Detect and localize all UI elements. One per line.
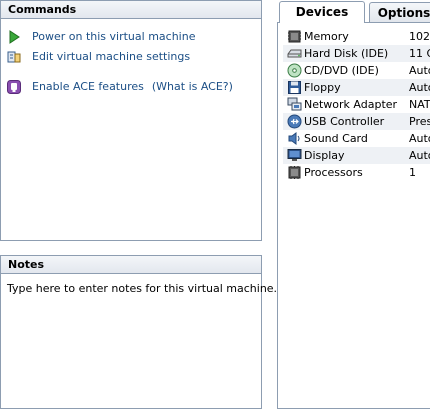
device-name: Display (304, 149, 345, 162)
settings-icon (7, 51, 21, 63)
power-on-label: Power on this virtual machine (32, 30, 196, 43)
devices-list: Memory 1024 Hard Disk (IDE) 11 G CD/DVD … (277, 22, 430, 409)
device-value: Auto (409, 132, 430, 145)
device-row-sound-card[interactable]: Sound Card Auto (283, 130, 430, 147)
enable-ace-text: Enable ACE features (32, 80, 144, 93)
device-name: CD/DVD (IDE) (304, 64, 379, 77)
commands-panel: Commands Power on this virtual machine E… (0, 0, 262, 241)
processor-icon (288, 166, 301, 179)
cd-dvd-icon (287, 63, 302, 78)
memory-icon (288, 30, 301, 43)
device-name: Processors (304, 166, 363, 179)
device-value: Prese (409, 115, 430, 128)
sound-card-icon (288, 132, 300, 145)
device-row-network-adapter[interactable]: Network Adapter NAT (283, 96, 430, 113)
enable-ace-label: Enable ACE features (What is ACE?) (32, 79, 233, 95)
device-name: USB Controller (304, 115, 385, 128)
network-adapter-icon (287, 97, 302, 111)
edit-settings-label: Edit virtual machine settings (32, 50, 191, 63)
device-row-display[interactable]: Display Auto (283, 147, 430, 164)
device-row-hard-disk[interactable]: Hard Disk (IDE) 11 G (283, 45, 430, 62)
tab-options[interactable]: Options (369, 2, 430, 22)
device-value: Auto (409, 81, 430, 94)
what-is-ace-link[interactable]: (What is ACE?) (152, 80, 233, 93)
tab-devices[interactable]: Devices (279, 1, 365, 23)
play-icon (9, 30, 20, 44)
device-value: 1024 (409, 30, 430, 43)
usb-icon (287, 114, 302, 129)
device-name: Network Adapter (304, 98, 398, 111)
device-name: Sound Card (304, 132, 368, 145)
commands-header: Commands (1, 1, 261, 19)
notes-header: Notes (1, 256, 261, 274)
device-name: Hard Disk (IDE) (304, 47, 389, 60)
device-row-cd-dvd[interactable]: CD/DVD (IDE) Auto (283, 62, 430, 79)
display-icon (287, 149, 302, 161)
notes-textarea[interactable]: Type here to enter notes for this virtua… (7, 282, 277, 295)
floppy-icon (288, 81, 301, 94)
device-value: 1 (409, 166, 416, 179)
device-row-processors[interactable]: Processors 1 (283, 164, 430, 181)
notes-panel: Notes Type here to enter notes for this … (0, 255, 277, 409)
device-value: Auto (409, 64, 430, 77)
device-row-memory[interactable]: Memory 1024 (283, 28, 430, 45)
device-value: 11 G (409, 47, 430, 60)
ace-icon (7, 80, 21, 94)
device-name: Memory (304, 30, 349, 43)
device-name: Floppy (304, 81, 341, 94)
device-value: NAT (409, 98, 430, 111)
hard-disk-icon (287, 49, 302, 58)
device-row-floppy[interactable]: Floppy Auto (283, 79, 430, 96)
device-row-usb-controller[interactable]: USB Controller Prese (283, 113, 430, 130)
device-value: Auto (409, 149, 430, 162)
